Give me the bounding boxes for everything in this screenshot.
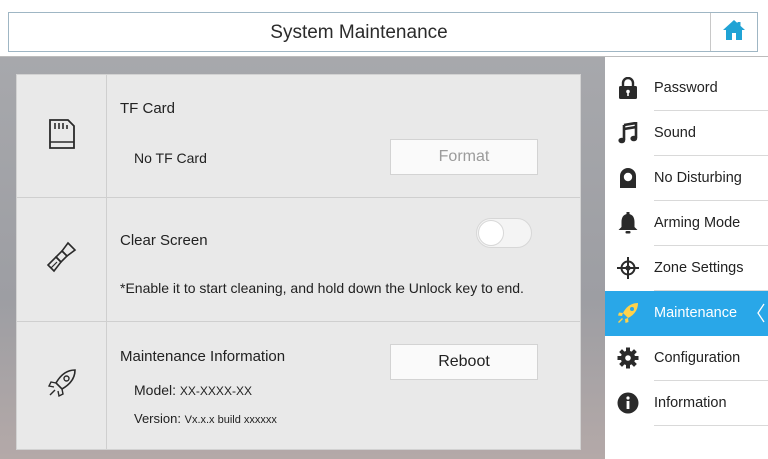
rocket-icon <box>616 301 640 325</box>
sd-card-icon <box>47 118 77 155</box>
version-value: Vx.x.x build xxxxxx <box>184 414 277 426</box>
version-label: Version: <box>134 411 181 426</box>
format-button[interactable]: Format <box>390 139 538 175</box>
home-button[interactable] <box>710 13 757 51</box>
tf-card-content: TF Card No TF Card Format <box>107 75 580 197</box>
sidebar-item-zone-settings[interactable]: Zone Settings <box>605 246 768 291</box>
sidebar-item-label: Zone Settings <box>654 260 744 276</box>
clear-screen-note: *Enable it to start cleaning, and hold d… <box>120 280 524 296</box>
bell-icon <box>616 211 640 235</box>
model-label: Model: <box>134 382 177 398</box>
sidebar-item-label: Sound <box>654 125 696 141</box>
clear-screen-title: Clear Screen <box>120 232 208 249</box>
sidebar-item-label: Information <box>654 395 727 411</box>
sidebar-item-arming-mode[interactable]: Arming Mode <box>605 201 768 246</box>
sidebar-item-information[interactable]: Information <box>605 381 768 426</box>
clear-screen-toggle[interactable] <box>476 218 532 248</box>
zone-icon <box>616 256 640 280</box>
sidebar-item-label: No Disturbing <box>654 170 742 186</box>
sidebar-item-sound[interactable]: Sound <box>605 111 768 156</box>
sidebar-item-label: Configuration <box>654 350 741 366</box>
maintenance-info-row: Maintenance Information Reboot Model: XX… <box>17 322 580 449</box>
tf-card-title: TF Card <box>120 100 176 117</box>
version-line: Version: Vx.x.x build xxxxxx <box>134 411 277 426</box>
sidebar-item-label: Password <box>654 80 718 96</box>
no-disturb-icon <box>616 166 640 190</box>
tf-card-icon-cell <box>17 75 107 197</box>
info-icon <box>616 391 640 415</box>
clear-screen-icon-cell <box>17 198 107 321</box>
gear-icon <box>616 346 640 370</box>
sidebar: Password Sound No Disturbing Arming Mode… <box>605 57 768 459</box>
tf-card-row: TF Card No TF Card Format <box>17 75 580 198</box>
reboot-button[interactable]: Reboot <box>390 344 538 380</box>
clear-screen-row: Clear Screen *Enable it to start cleanin… <box>17 198 580 322</box>
rocket-icon <box>46 367 78 404</box>
tf-card-status: No TF Card <box>134 150 207 166</box>
maintenance-panel: TF Card No TF Card Format Clear Screen *… <box>16 74 581 450</box>
model-line: Model: XX-XXXX-XX <box>134 382 252 398</box>
sidebar-item-configuration[interactable]: Configuration <box>605 336 768 381</box>
clear-screen-content: Clear Screen *Enable it to start cleanin… <box>107 198 580 321</box>
maintenance-info-content: Maintenance Information Reboot Model: XX… <box>107 322 580 449</box>
lock-icon <box>616 76 640 100</box>
sidebar-item-label: Maintenance <box>654 305 738 321</box>
title-frame: System Maintenance <box>8 12 758 52</box>
model-value: XX-XXXX-XX <box>179 384 252 398</box>
brush-icon <box>46 241 78 278</box>
maintenance-info-icon-cell <box>17 322 107 449</box>
page-title: System Maintenance <box>270 22 448 43</box>
chevron-left-icon <box>757 303 765 328</box>
sidebar-item-no-disturbing[interactable]: No Disturbing <box>605 156 768 201</box>
divider <box>654 425 768 426</box>
main-area: TF Card No TF Card Format Clear Screen *… <box>0 57 605 459</box>
sidebar-item-password[interactable]: Password <box>605 66 768 111</box>
title-bar: System Maintenance <box>0 0 768 57</box>
home-icon <box>722 19 746 46</box>
sidebar-item-label: Arming Mode <box>654 215 741 231</box>
sidebar-item-maintenance[interactable]: Maintenance <box>605 291 768 336</box>
toggle-knob <box>478 220 504 246</box>
music-note-icon <box>616 121 640 145</box>
maintenance-info-title: Maintenance Information <box>120 348 286 365</box>
